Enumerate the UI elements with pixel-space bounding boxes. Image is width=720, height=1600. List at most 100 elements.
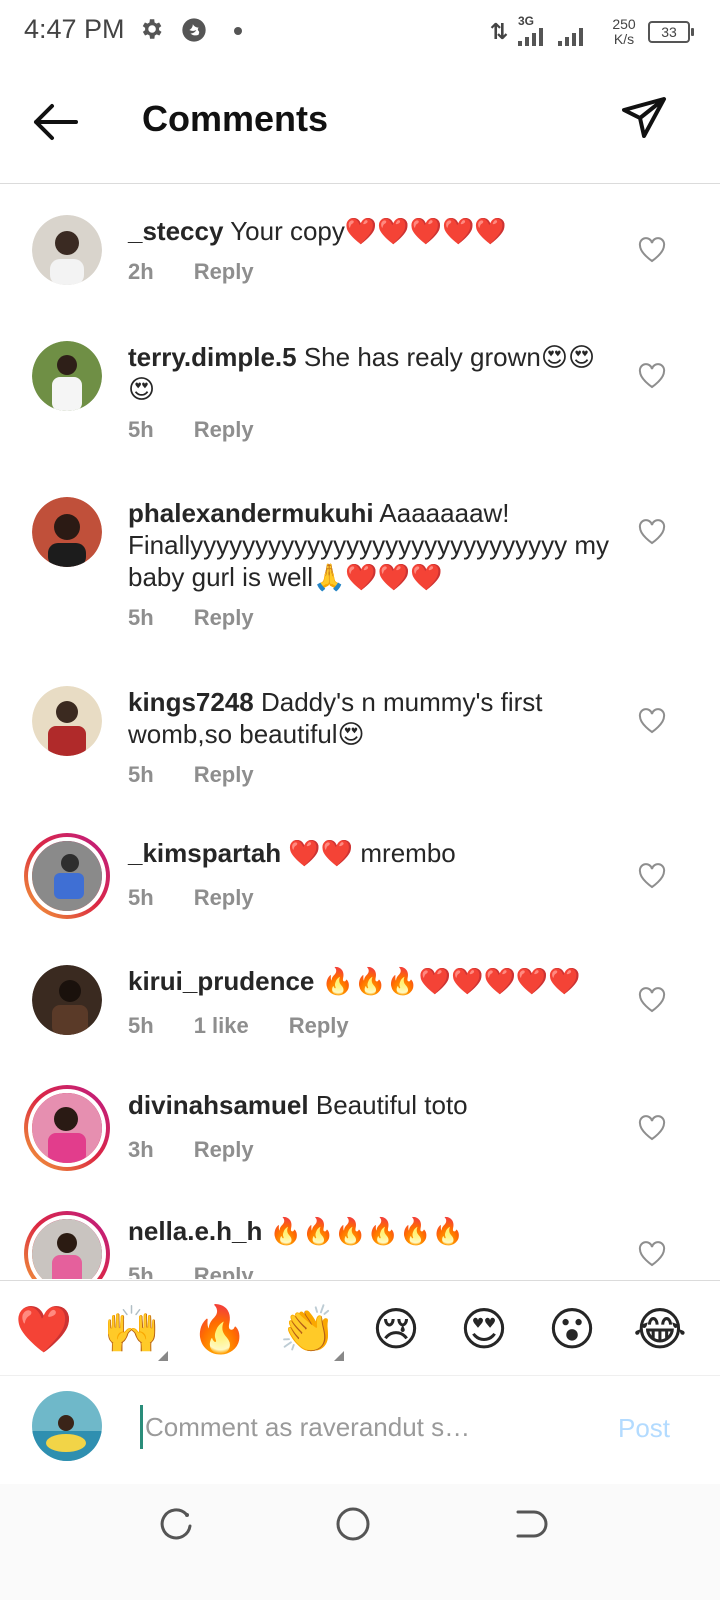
reply-button[interactable]: Reply [194,885,254,911]
comment-username[interactable]: kirui_prudence [128,966,314,996]
comment-content: 🔥🔥🔥🔥🔥🔥 [269,1216,464,1246]
avatar[interactable] [32,686,102,756]
comment-time: 3h [128,1137,154,1162]
comment-content: 🔥🔥🔥❤️❤️❤️❤️❤️ [321,966,581,996]
reaction-clap-glyph: 👏 [279,1302,337,1356]
post-button[interactable]: Post [618,1413,670,1444]
variant-indicator-icon [334,1351,344,1361]
reaction-crying[interactable]: 😢 [366,1299,426,1359]
comments-header: Comments [0,70,720,184]
page-title: Comments [142,98,329,139]
comment-input[interactable] [140,1405,580,1449]
reply-button[interactable]: Reply [289,1013,349,1039]
network-speed: 250 K/s [608,17,640,47]
quick-reaction-bar: ❤️ 🙌 🔥 👏 😢 😍 😮 😂 [0,1280,720,1376]
comment-time: 5h [128,605,154,630]
status-time: 4:47 PM [24,14,125,44]
comment-username[interactable]: nella.e.h_h [128,1216,262,1246]
comment-username[interactable]: divinahsamuel [128,1090,309,1120]
comment-username[interactable]: _kimspartah [128,838,281,868]
comment-text: kings7248 Daddy's n mummy's first womb,s… [128,686,618,750]
comment-time: 5h [128,762,154,787]
gear-icon [142,19,162,39]
app-notification-icon [182,18,206,42]
comment-content: Your copy❤️❤️❤️❤️❤️ [230,216,507,246]
comment-text: divinahsamuel Beautiful toto [128,1089,618,1121]
likes-count[interactable]: 1 like [194,1013,249,1039]
recents-icon[interactable] [156,1504,196,1544]
avatar-story-ring[interactable] [24,833,110,919]
comment-meta: 3h Reply [128,1137,254,1163]
avatar[interactable] [32,215,102,285]
home-icon[interactable] [333,1504,373,1544]
heart-icon[interactable] [638,987,666,1013]
comment-list[interactable]: _steccy Your copy❤️❤️❤️❤️❤️ 2h Reply ter… [0,185,720,1279]
comment-time: 5h [128,1263,154,1279]
comment-compose-bar: Post [0,1377,720,1483]
reaction-raised-hands-glyph: 🙌 [103,1302,161,1356]
notification-dot [234,27,242,35]
reaction-fire[interactable]: 🔥 [190,1299,250,1359]
arrow-left-icon[interactable] [28,98,80,146]
signal-icon: 3G [516,15,600,49]
heart-icon[interactable] [638,1241,666,1267]
reaction-laughing[interactable]: 😂 [630,1299,690,1359]
comment-text: terry.dimple.5 She has realy grown😍😍😍 [128,341,618,405]
battery-icon: 33 [648,21,694,43]
battery-level: 33 [661,24,677,40]
comment-username[interactable]: terry.dimple.5 [128,342,297,372]
heart-icon[interactable] [638,863,666,889]
comment-meta: 5h 1 like Reply [128,1013,349,1039]
avatar-story-ring[interactable] [24,1085,110,1171]
back-icon[interactable] [510,1504,550,1544]
reaction-heart-eyes[interactable]: 😍 [454,1299,514,1359]
heart-icon[interactable] [638,708,666,734]
heart-icon[interactable] [638,519,666,545]
comment-username[interactable]: _steccy [128,216,223,246]
heart-icon[interactable] [638,1115,666,1141]
heart-icon[interactable] [638,237,666,263]
reply-button[interactable]: Reply [194,1137,254,1163]
comment-text: kirui_prudence 🔥🔥🔥❤️❤️❤️❤️❤️ [128,965,618,997]
reply-button[interactable]: Reply [194,1263,254,1279]
comment-meta: 2h Reply [128,259,254,285]
comment-time: 5h [128,885,154,910]
current-user-avatar [32,1391,102,1461]
data-transfer-icon: ⇅ [489,19,508,44]
comment-meta: 5h Reply [128,1263,254,1279]
avatar[interactable] [32,497,102,567]
reply-button[interactable]: Reply [194,762,254,788]
comment-meta: 5h Reply [128,762,254,788]
comment-time: 2h [128,259,154,284]
comment-meta: 5h Reply [128,417,254,443]
reply-button[interactable]: Reply [194,259,254,285]
variant-indicator-icon [158,1351,168,1361]
comment-meta: 5h Reply [128,605,254,631]
avatar-story-ring[interactable] [24,1211,110,1279]
status-bar: 4:47 PM ⇅ 3G 250 K/s 33 [0,0,720,64]
reaction-raised-hands[interactable]: 🙌 [102,1299,168,1361]
comment-time: 5h [128,417,154,442]
comment-content: ❤️❤️ mrembo [288,838,456,868]
reply-button[interactable]: Reply [194,605,254,631]
comment-content: Beautiful toto [315,1090,468,1120]
reaction-surprised[interactable]: 😮 [542,1299,602,1359]
system-nav-bar [0,1484,720,1600]
comment-text: _steccy Your copy❤️❤️❤️❤️❤️ [128,215,618,247]
comment-meta: 5h Reply [128,885,254,911]
reaction-clap[interactable]: 👏 [278,1299,344,1361]
paper-plane-icon[interactable] [620,94,668,142]
comment-username[interactable]: kings7248 [128,687,254,717]
comment-text: phalexandermukuhi Aaaaaaaw! Finallyyyyyy… [128,497,618,593]
speed-value: 250 [612,16,636,32]
comment-text: _kimspartah ❤️❤️ mrembo [128,837,618,869]
reaction-heart[interactable]: ❤️ [14,1299,74,1359]
comment-username[interactable]: phalexandermukuhi [128,498,374,528]
speed-unit: K/s [613,31,635,47]
avatar[interactable] [32,965,102,1035]
heart-icon[interactable] [638,363,666,389]
reply-button[interactable]: Reply [194,417,254,443]
status-indicators: ⇅ 3G 250 K/s 33 [489,12,694,52]
comment-text: nella.e.h_h 🔥🔥🔥🔥🔥🔥 [128,1215,618,1247]
avatar[interactable] [32,341,102,411]
